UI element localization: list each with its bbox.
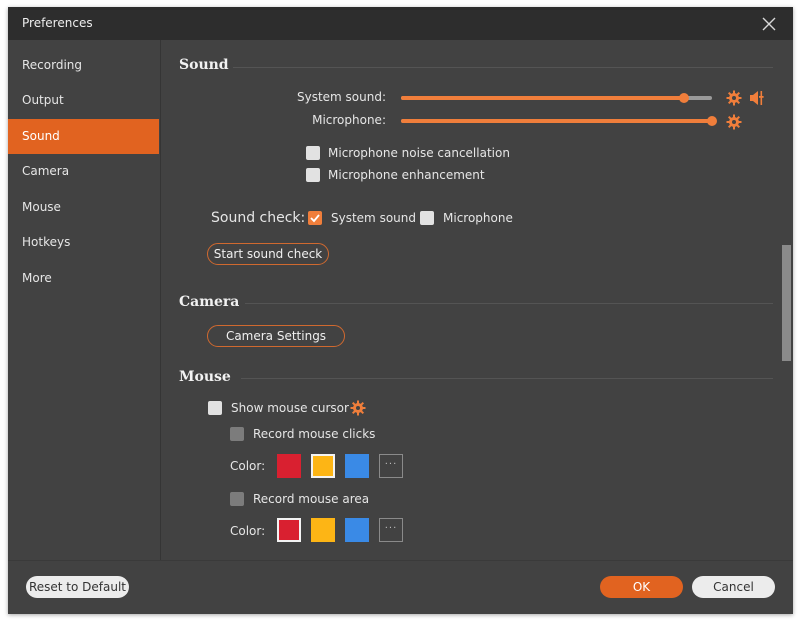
sound-check-system-label: System sound — [331, 211, 416, 225]
clicks-color-swatch-blue[interactable] — [345, 454, 369, 478]
sidebar-item-label: Output — [22, 93, 64, 107]
area-color-label: Color: — [230, 524, 266, 538]
cancel-button[interactable]: Cancel — [692, 576, 775, 598]
section-divider — [245, 303, 773, 304]
record-mouse-clicks-checkbox[interactable] — [230, 427, 244, 441]
area-color-swatch-red[interactable] — [277, 518, 301, 542]
noise-cancellation-label: Microphone noise cancellation — [328, 146, 510, 160]
scrollbar-thumb[interactable] — [782, 245, 791, 361]
area-color-swatch-yellow[interactable] — [311, 518, 335, 542]
sidebar: Recording Output Sound Camera Mouse Hotk… — [8, 40, 161, 560]
section-title-mouse: Mouse — [179, 369, 231, 385]
reset-to-default-button[interactable]: Reset to Default — [26, 576, 129, 598]
camera-settings-button[interactable]: Camera Settings — [207, 325, 345, 347]
section-divider — [241, 378, 773, 379]
gear-icon[interactable] — [726, 114, 742, 130]
slider-fill — [401, 119, 712, 123]
gear-icon[interactable] — [350, 400, 366, 416]
enhancement-label: Microphone enhancement — [328, 168, 485, 182]
slider-fill — [401, 96, 684, 100]
sidebar-item-more[interactable]: More — [8, 261, 159, 296]
microphone-slider[interactable] — [401, 116, 717, 126]
sidebar-item-hotkeys[interactable]: Hotkeys — [8, 225, 159, 260]
record-mouse-area-label: Record mouse area — [253, 492, 370, 506]
system-sound-label: System sound: — [296, 90, 386, 104]
microphone-label: Microphone: — [312, 113, 386, 127]
area-color-swatch-blue[interactable] — [345, 518, 369, 542]
sidebar-item-sound[interactable]: Sound — [8, 119, 159, 154]
close-icon[interactable] — [761, 16, 777, 32]
sidebar-item-label: Sound — [22, 129, 60, 143]
section-title-camera: Camera — [179, 294, 240, 310]
sound-check-microphone-label: Microphone — [443, 211, 513, 225]
show-mouse-cursor-label: Show mouse cursor — [231, 401, 349, 415]
sidebar-item-label: More — [22, 271, 52, 285]
sidebar-item-label: Camera — [22, 164, 70, 178]
sidebar-item-mouse[interactable]: Mouse — [8, 190, 159, 225]
sidebar-item-label: Recording — [22, 58, 83, 72]
slider-thumb[interactable] — [707, 116, 717, 126]
system-sound-slider[interactable] — [401, 93, 712, 103]
record-mouse-area-checkbox[interactable] — [230, 492, 244, 506]
section-title-sound: Sound — [179, 57, 229, 73]
sound-check-label: Sound check: — [211, 210, 306, 226]
dialog-footer: Reset to Default OK Cancel — [8, 560, 793, 615]
sidebar-item-label: Mouse — [22, 200, 61, 214]
sound-check-microphone-checkbox[interactable] — [420, 211, 434, 225]
clicks-color-swatch-red[interactable] — [277, 454, 301, 478]
settings-content: Sound System sound: Microphone: Micropho… — [161, 40, 793, 560]
show-mouse-cursor-checkbox[interactable] — [208, 401, 222, 415]
sound-check-system-checkbox[interactable] — [308, 211, 322, 225]
area-more-colors-button[interactable]: ··· — [379, 518, 403, 542]
start-sound-check-button[interactable]: Start sound check — [207, 243, 329, 265]
clicks-more-colors-button[interactable]: ··· — [379, 454, 403, 478]
section-divider — [233, 67, 773, 68]
title-bar: Preferences — [8, 7, 793, 40]
clicks-color-label: Color: — [230, 459, 266, 473]
gear-icon[interactable] — [726, 90, 742, 106]
ok-button[interactable]: OK — [600, 576, 683, 598]
sidebar-item-recording[interactable]: Recording — [8, 48, 159, 83]
enhancement-checkbox[interactable] — [306, 168, 320, 182]
record-mouse-clicks-label: Record mouse clicks — [253, 427, 376, 441]
sidebar-item-label: Hotkeys — [22, 235, 71, 249]
window-title: Preferences — [22, 16, 93, 30]
speaker-mixer-icon[interactable] — [749, 90, 765, 106]
sidebar-item-camera[interactable]: Camera — [8, 154, 159, 189]
sidebar-item-output[interactable]: Output — [8, 83, 159, 118]
preferences-dialog: Preferences Recording Output Sound Camer… — [8, 7, 793, 614]
clicks-color-swatch-yellow[interactable] — [311, 454, 335, 478]
noise-cancellation-checkbox[interactable] — [306, 146, 320, 160]
slider-thumb[interactable] — [679, 93, 689, 103]
